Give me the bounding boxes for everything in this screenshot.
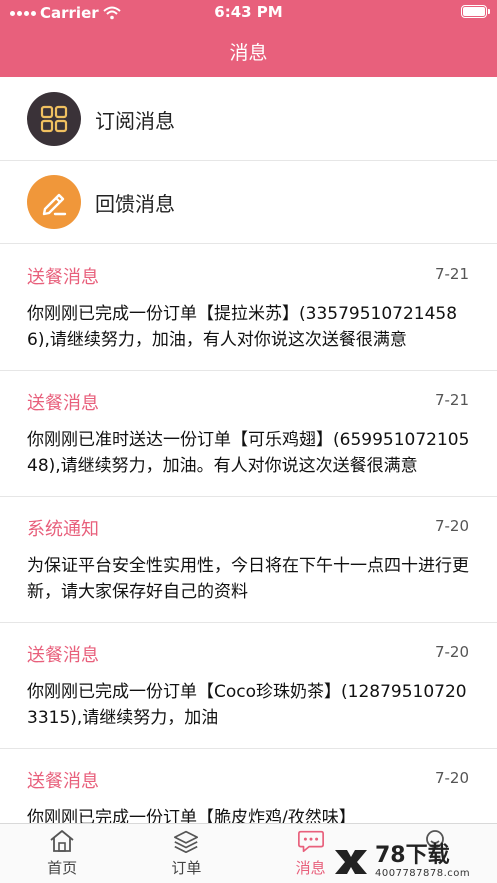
watermark-logo: 78下载 4007787878.com bbox=[331, 840, 491, 883]
message-item[interactable]: 送餐消息 7-20 你刚刚已完成一份订单【Coco珍珠奶茶】(128795107… bbox=[0, 623, 497, 749]
message-type: 送餐消息 bbox=[27, 645, 99, 666]
tab-label: 订单 bbox=[171, 859, 202, 877]
status-bar: Carrier 6:43 PM bbox=[0, 0, 497, 26]
message-date: 7-20 bbox=[434, 769, 469, 787]
message-type: 送餐消息 bbox=[27, 771, 99, 792]
watermark-url: 4007787878.com bbox=[375, 868, 471, 879]
tab-orders[interactable]: 订单 bbox=[124, 824, 248, 883]
entry-label: 订阅消息 bbox=[95, 108, 175, 133]
message-body: 你刚刚已完成一份订单【Coco珍珠奶茶】(128795107203315),请继… bbox=[27, 682, 467, 728]
chat-bubble-icon bbox=[297, 828, 325, 854]
message-type: 送餐消息 bbox=[27, 393, 99, 414]
app-header: Carrier 6:43 PM 消息 bbox=[0, 0, 497, 77]
message-body: 你刚刚已完成一份订单【提拉米苏】(335795107214586),请继续努力，… bbox=[27, 304, 458, 350]
message-date: 7-20 bbox=[434, 643, 469, 661]
message-type: 送餐消息 bbox=[27, 267, 99, 288]
page-title: 消息 bbox=[229, 42, 268, 64]
layers-icon bbox=[172, 828, 200, 854]
tab-home[interactable]: 首页 bbox=[0, 824, 124, 883]
message-type: 系统通知 bbox=[27, 519, 99, 540]
message-item[interactable]: 系统通知 7-20 为保证平台安全性实用性，今日将在下午十一点四十进行更新，请大… bbox=[0, 497, 497, 623]
message-item[interactable]: 送餐消息 7-21 你刚刚已准时送达一份订单【可乐鸡翅】(65995107210… bbox=[0, 371, 497, 497]
battery-icon bbox=[461, 5, 490, 18]
message-body: 为保证平台安全性实用性，今日将在下午十一点四十进行更新，请大家保存好自己的资料 bbox=[27, 556, 469, 602]
message-body: 你刚刚已准时送达一份订单【可乐鸡翅】(65995107210548),请继续努力… bbox=[27, 430, 470, 476]
message-date: 7-21 bbox=[434, 265, 469, 283]
tab-label: 消息 bbox=[295, 859, 326, 877]
grid-apps-icon bbox=[27, 92, 81, 146]
message-date: 7-21 bbox=[434, 391, 469, 409]
x-logo-icon bbox=[335, 849, 367, 874]
feedback-messages-entry[interactable]: 回馈消息 bbox=[0, 161, 497, 244]
pencil-edit-icon bbox=[27, 175, 81, 229]
message-date: 7-20 bbox=[434, 517, 469, 535]
subscription-messages-entry[interactable]: 订阅消息 bbox=[0, 78, 497, 161]
message-item[interactable]: 送餐消息 7-21 你刚刚已完成一份订单【提拉米苏】(3357951072145… bbox=[0, 245, 497, 371]
tab-label: 首页 bbox=[47, 859, 78, 877]
watermark-text: 78下载 bbox=[375, 843, 450, 868]
status-time: 6:43 PM bbox=[214, 3, 283, 21]
entry-label: 回馈消息 bbox=[95, 191, 175, 216]
home-icon bbox=[48, 828, 76, 854]
